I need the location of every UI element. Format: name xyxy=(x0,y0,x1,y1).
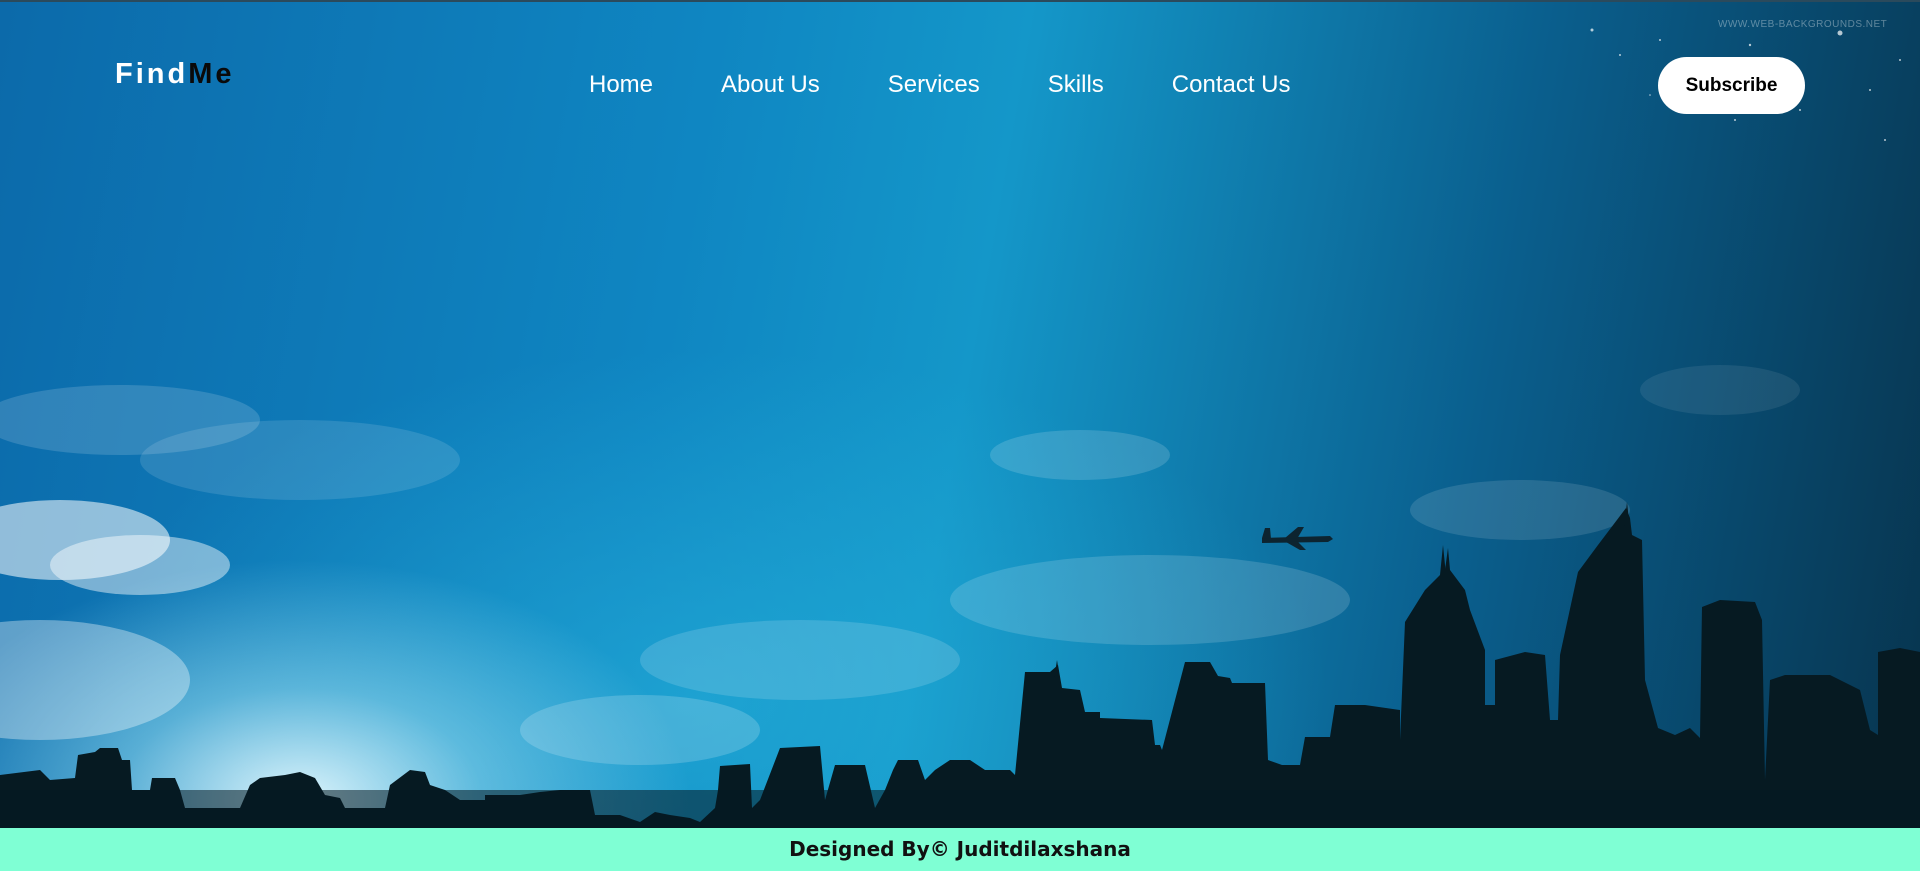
logo-text-find: Find xyxy=(115,58,189,90)
footer: Designed By© Juditdilaxshana xyxy=(0,828,1920,871)
watermark-text: WWW.WEB-BACKGROUNDS.NET xyxy=(1718,19,1888,30)
nav-link-home[interactable]: Home xyxy=(589,71,653,99)
ground-shadow xyxy=(0,790,1920,828)
nav-link-services[interactable]: Services xyxy=(888,71,980,99)
logo-text-me: Me xyxy=(188,58,235,90)
subscribe-button[interactable]: Subscribe xyxy=(1658,57,1805,114)
airplane-silhouette xyxy=(1262,527,1333,550)
city-skyline xyxy=(0,502,1920,828)
main-nav: Home About Us Services Skills Contact Us xyxy=(589,71,1291,99)
sky-scene xyxy=(0,28,1920,828)
hero-background: WWW.WEB-BACKGROUNDS.NET xyxy=(0,0,1920,828)
footer-credit: Designed By© Juditdilaxshana xyxy=(789,837,1131,861)
nav-link-contact-us[interactable]: Contact Us xyxy=(1172,71,1291,99)
nav-link-skills[interactable]: Skills xyxy=(1048,71,1104,99)
nav-link-about-us[interactable]: About Us xyxy=(721,71,820,99)
site-logo[interactable]: FindMe xyxy=(115,58,235,91)
